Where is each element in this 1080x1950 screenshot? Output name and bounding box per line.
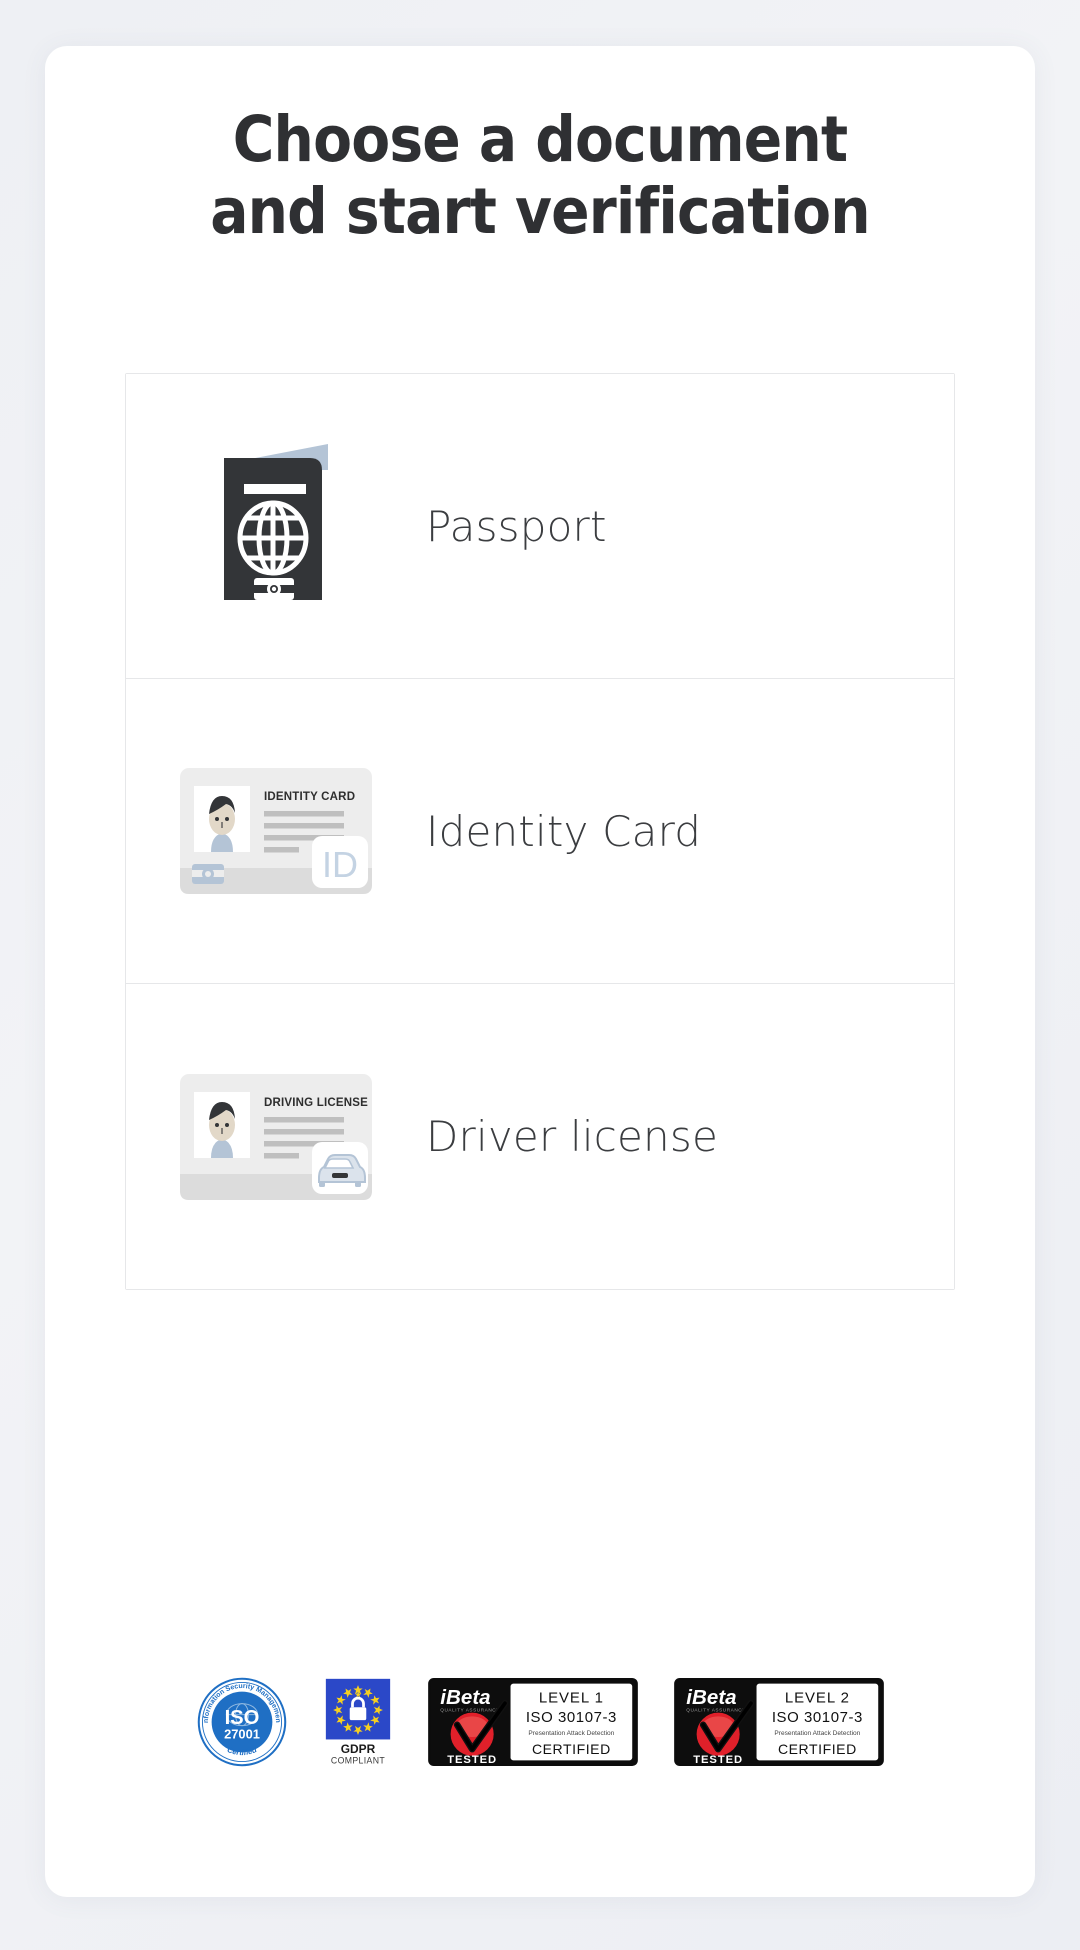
page-root: Choose a document and start verification	[0, 0, 1080, 1950]
option-identity-card-art: IDENTITY CARD ID	[126, 764, 426, 898]
iso-number-text: 27001	[224, 1727, 260, 1742]
gdpr-badge: GDPR COMPLIANT	[325, 1678, 391, 1765]
iso-main-text: ISO	[225, 1707, 260, 1729]
ibeta-level-1: LEVEL 1	[539, 1689, 604, 1706]
id-badge: ID	[312, 836, 368, 888]
biometric-chip-icon	[254, 578, 294, 600]
ibeta-brand-sub-2: QUALITY ASSURANCE	[686, 1708, 746, 1713]
ibeta-description-1: Presentation Attack Detection	[528, 1730, 614, 1737]
option-identity-card-label: Identity Card	[426, 806, 702, 856]
option-passport-label: Passport	[426, 501, 607, 551]
ibeta-level-2: LEVEL 2	[785, 1689, 850, 1706]
page-title: Choose a document and start verification	[45, 103, 1035, 249]
page-title-line-1: Choose a document	[232, 103, 848, 176]
driving-license-icon: DRIVING LICENSE	[180, 1073, 372, 1200]
gdpr-subtitle: COMPLIANT	[331, 1755, 385, 1765]
iso-27001-badge: Information Security Management Certifie…	[196, 1676, 287, 1767]
car-badge	[312, 1141, 368, 1194]
ibeta-standard-2: ISO 30107-3	[772, 1709, 863, 1726]
ibeta-certified-2: CERTIFIED	[778, 1741, 857, 1757]
option-passport[interactable]: Passport	[126, 374, 954, 679]
ibeta-brand-1: iBeta	[440, 1686, 490, 1709]
identity-card-icon: IDENTITY CARD ID	[180, 768, 372, 894]
option-driver-license-label: Driver license	[426, 1112, 719, 1161]
ibeta-description-2: Presentation Attack Detection	[774, 1730, 860, 1737]
ibeta-certified-1: CERTIFIED	[532, 1741, 611, 1757]
ibeta-tested-2: TESTED	[693, 1754, 743, 1766]
option-passport-art	[126, 440, 426, 612]
option-driver-license[interactable]: DRIVING LICENSE Driver license	[126, 984, 954, 1289]
card-chip-icon	[192, 864, 224, 884]
gdpr-title: GDPR	[341, 1742, 376, 1756]
trust-badges: Information Security Management Certifie…	[45, 1676, 1035, 1768]
ibeta-level-1-badge: iBeta QUALITY ASSURANCE TESTED LEVEL 1 I…	[428, 1678, 638, 1766]
document-selection-card: Choose a document and start verification	[45, 46, 1035, 1897]
ibeta-brand-2: iBeta	[686, 1686, 736, 1709]
svg-text:ID: ID	[322, 844, 358, 885]
ibeta-level-2-badge: iBeta QUALITY ASSURANCE TESTED LEVEL 2 I…	[674, 1678, 884, 1766]
document-options-list: Passport IDENTITY CARD ID Identity Card …	[125, 373, 955, 1290]
option-driver-license-art: DRIVING LICENSE	[126, 1070, 426, 1204]
driving-license-title: DRIVING LICENSE	[264, 1097, 368, 1109]
ibeta-tested-1: TESTED	[447, 1754, 497, 1766]
ibeta-standard-1: ISO 30107-3	[526, 1709, 617, 1726]
identity-card-title: IDENTITY CARD	[264, 791, 355, 803]
page-title-line-2: and start verification	[210, 175, 870, 249]
ibeta-brand-sub-1: QUALITY ASSURANCE	[440, 1708, 500, 1713]
passport-icon	[224, 444, 328, 600]
option-identity-card[interactable]: IDENTITY CARD ID Identity Card	[126, 679, 954, 984]
